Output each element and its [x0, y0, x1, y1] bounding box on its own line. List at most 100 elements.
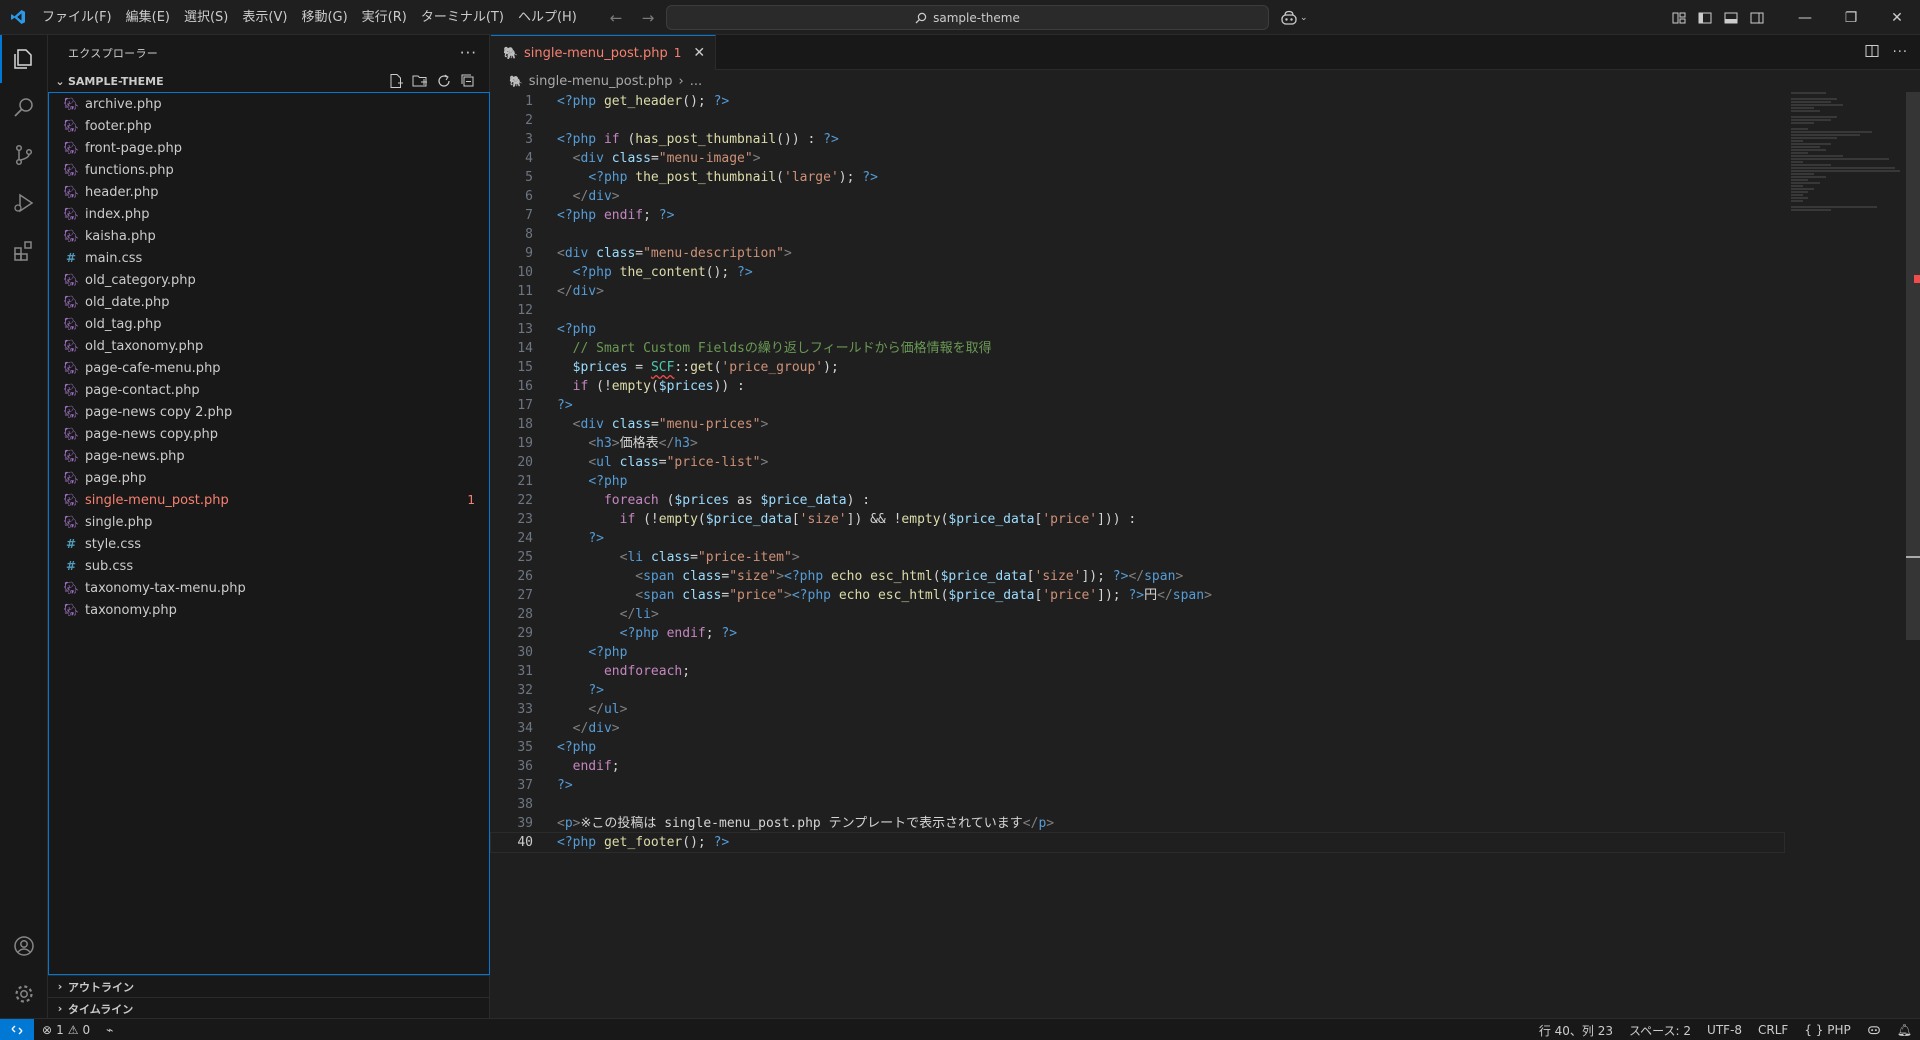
minimap-line	[1791, 167, 1895, 169]
code-line: 29 <?php endif; ?>	[517, 626, 738, 641]
file-item[interactable]: # main.css	[49, 247, 489, 269]
search-icon	[915, 12, 927, 23]
file-item[interactable]: 🐘︎ single.php	[49, 511, 489, 533]
end-of-line[interactable]: CRLF	[1750, 1023, 1796, 1037]
breadcrumb-file[interactable]: single-menu_post.php	[529, 74, 673, 89]
minimap-line	[1791, 179, 1809, 181]
code-line: 36 endif;	[517, 759, 620, 774]
language-mode[interactable]: { } PHP	[1796, 1023, 1858, 1037]
file-item[interactable]: 🐘︎ page-news copy.php	[49, 423, 489, 445]
new-folder-icon[interactable]	[411, 72, 429, 90]
outline-section-header[interactable]: › アウトライン	[48, 975, 490, 997]
code-line: 3 <?php if (has_post_thumbnail()) : ?>	[525, 132, 839, 147]
menu-terminal[interactable]: ターミナル(T)	[414, 0, 511, 35]
file-item[interactable]: 🐘︎ footer.php	[49, 115, 489, 137]
breadcrumb-rest[interactable]: ...	[690, 74, 702, 89]
file-item[interactable]: 🐘︎ page-news.php	[49, 445, 489, 467]
code-line: 1 <?php get_header(); ?>	[525, 94, 730, 109]
file-item[interactable]: 🐘︎ old_date.php	[49, 291, 489, 313]
file-item[interactable]: 🐘︎ page.php	[49, 467, 489, 489]
editor-scrollbar[interactable]	[1906, 92, 1920, 1018]
new-file-icon[interactable]	[387, 72, 405, 90]
file-item[interactable]: 🐘︎ header.php	[49, 181, 489, 203]
explorer-activity-icon[interactable]	[0, 35, 48, 83]
customize-layout-icon[interactable]	[1668, 7, 1690, 29]
close-window-button[interactable]: ✕	[1874, 0, 1920, 35]
explorer-sidebar: エクスプローラー ··· ⌄ SAMPLE-THEME 🐘︎ archive.ph…	[48, 35, 490, 1018]
forward-arrow-icon[interactable]: →	[637, 9, 659, 27]
file-item[interactable]: 🐘︎ functions.php	[49, 159, 489, 181]
file-item[interactable]: 🐘︎ old_category.php	[49, 269, 489, 291]
minimap[interactable]	[1791, 92, 1906, 211]
ports-icon[interactable]: ⌁	[106, 1023, 113, 1037]
file-item[interactable]: 🐘︎ taxonomy.php	[49, 599, 489, 621]
menu-view[interactable]: 表示(V)	[235, 0, 294, 35]
source-control-activity-icon[interactable]	[0, 131, 48, 179]
file-item[interactable]: 🐘︎ old_taxonomy.php	[49, 335, 489, 357]
timeline-section-header[interactable]: › タイムライン	[48, 997, 490, 1019]
menu-help[interactable]: ヘルプ(H)	[511, 0, 584, 35]
menu-file[interactable]: ファイル(F)	[35, 0, 119, 35]
accounts-activity-icon[interactable]	[0, 922, 48, 970]
code-line: 34 </div>	[517, 721, 620, 736]
file-item[interactable]: 🐘︎ page-contact.php	[49, 379, 489, 401]
encoding[interactable]: UTF-8	[1699, 1023, 1750, 1037]
menu-edit[interactable]: 編集(E)	[119, 0, 177, 35]
back-arrow-icon[interactable]: ←	[605, 9, 627, 27]
copilot-status-icon[interactable]	[1859, 1023, 1889, 1038]
file-item[interactable]: 🐘︎ page-news copy 2.php	[49, 401, 489, 423]
php-file-icon: 🐘	[509, 74, 523, 88]
file-item[interactable]: 🐘︎ kaisha.php	[49, 225, 489, 247]
timeline-label: タイムライン	[68, 1002, 134, 1016]
file-item[interactable]: 🐘︎ taxonomy-tax-menu.php	[49, 577, 489, 599]
title-bar: ファイル(F) 編集(E) 選択(S) 表示(V) 移動(G) 実行(R) ター…	[0, 0, 1920, 35]
command-center[interactable]: sample-theme	[666, 5, 1269, 30]
code-line: 9 <div class="menu-description">	[525, 246, 792, 261]
folder-header[interactable]: ⌄ SAMPLE-THEME	[48, 70, 489, 92]
extensions-activity-icon[interactable]	[0, 227, 48, 275]
indentation[interactable]: スペース: 2	[1621, 1022, 1699, 1039]
tab-single-menu-post[interactable]: 🐘 single-menu_post.php 1 ✕	[491, 35, 717, 70]
collapse-all-icon[interactable]	[459, 72, 477, 90]
restore-button[interactable]: ❐	[1828, 0, 1874, 35]
php-file-icon: 🐘︎	[63, 97, 79, 111]
minimize-button[interactable]: —	[1782, 0, 1828, 35]
menu-run[interactable]: 実行(R)	[355, 0, 414, 35]
editor-more-actions-icon[interactable]: ···	[1893, 45, 1908, 60]
copilot-button[interactable]: ⌄	[1280, 0, 1308, 35]
menu-selection[interactable]: 選択(S)	[177, 0, 235, 35]
file-item[interactable]: # sub.css	[49, 555, 489, 577]
code-editor[interactable]: 1 <?php get_header(); ?> 2 3 <?php if (has…	[490, 92, 1791, 1018]
toggle-secondary-sidebar-icon[interactable]	[1746, 7, 1768, 29]
file-name: old_taxonomy.php	[85, 338, 204, 354]
minimap-line	[1791, 206, 1878, 208]
file-name: page-contact.php	[85, 382, 200, 398]
manage-gear-icon[interactable]	[0, 970, 48, 1018]
file-item[interactable]: 🐘︎ archive.php	[49, 93, 489, 115]
cursor-position[interactable]: 行 40、列 23	[1531, 1022, 1621, 1039]
language-label: PHP	[1827, 1023, 1851, 1037]
php-file-icon: 🐘︎	[63, 405, 79, 419]
split-editor-icon[interactable]	[1865, 44, 1879, 62]
file-item[interactable]: 🐘︎ index.php	[49, 203, 489, 225]
file-item[interactable]: 🐘︎ front-page.php	[49, 137, 489, 159]
problem-badge: 1	[467, 493, 475, 507]
menu-go[interactable]: 移動(G)	[294, 0, 354, 35]
file-item[interactable]: 🐘︎ old_tag.php	[49, 313, 489, 335]
file-item[interactable]: # style.css	[49, 533, 489, 555]
refresh-icon[interactable]	[435, 72, 453, 90]
file-name: page-news copy 2.php	[85, 404, 233, 420]
minimap-line	[1791, 197, 1809, 199]
toggle-panel-icon[interactable]	[1720, 7, 1742, 29]
file-item[interactable]: 🐘︎ page-cafe-menu.php	[49, 357, 489, 379]
run-debug-activity-icon[interactable]	[0, 179, 48, 227]
search-activity-icon[interactable]	[0, 83, 48, 131]
minimap-line	[1791, 116, 1837, 118]
close-tab-icon[interactable]: ✕	[693, 45, 705, 61]
file-item[interactable]: 🐘︎ single-menu_post.php 1	[49, 489, 489, 511]
toggle-primary-sidebar-icon[interactable]	[1694, 7, 1716, 29]
remote-indicator-icon[interactable]	[0, 1018, 34, 1040]
problems-indicator[interactable]: ⊗ 1 ⚠ 0	[42, 1023, 90, 1037]
more-actions-icon[interactable]: ···	[460, 44, 477, 62]
notifications-bell-icon[interactable]: 🔔︎	[1889, 1023, 1920, 1037]
